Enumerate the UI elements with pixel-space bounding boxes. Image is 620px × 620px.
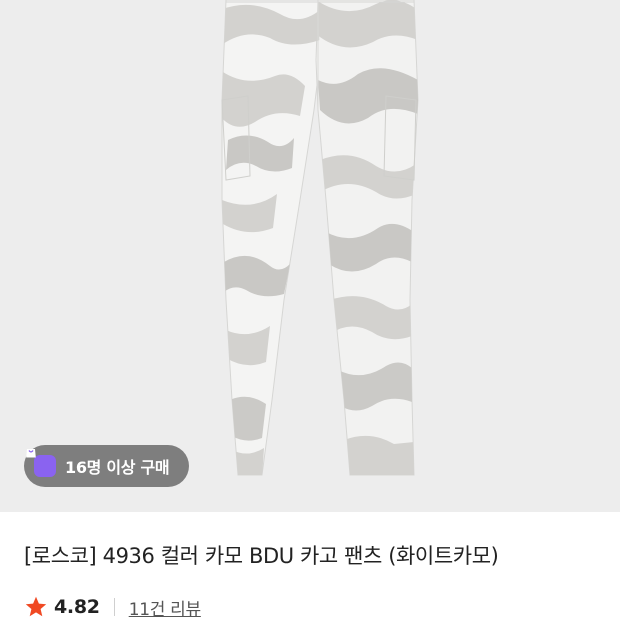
review-count-link[interactable]: 11건 리뷰: [129, 595, 201, 620]
purchase-count-text: 16명 이상 구매: [65, 458, 170, 477]
purchase-count-badge: 16명 이상 구매: [24, 445, 190, 487]
camo-cargo-pants-photo: [221, 0, 419, 476]
star-icon: [24, 595, 48, 619]
product-image[interactable]: 16명 이상 구매: [0, 0, 620, 512]
rating-row: 4.82 11건 리뷰: [24, 594, 201, 620]
rating-value: 4.82: [54, 596, 100, 618]
divider: [113, 598, 115, 616]
shopping-bag-icon: [26, 449, 56, 477]
product-card: 16명 이상 구매 [로스코] 4936 컬러 카모 BDU 카고 팬츠 (화이…: [0, 0, 620, 620]
product-title: [로스코] 4936 컬러 카모 BDU 카고 팬츠 (화이트카모): [24, 544, 499, 568]
